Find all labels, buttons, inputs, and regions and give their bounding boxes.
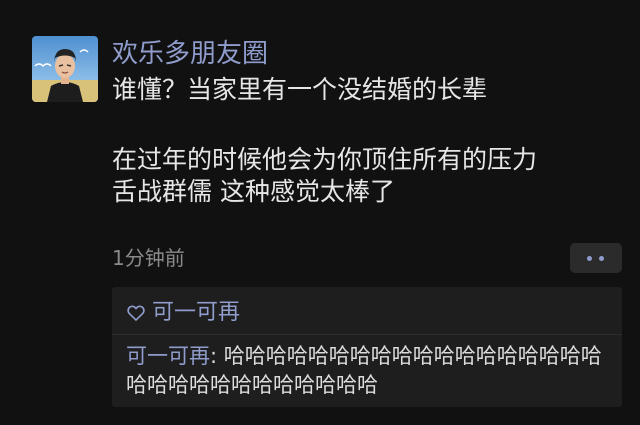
more-dots-icon xyxy=(599,256,604,261)
heart-icon xyxy=(127,305,145,321)
likes-comments-panel: 可一可再 可一可再: 哈哈哈哈哈哈哈哈哈哈哈哈哈哈哈哈哈哈哈哈哈哈哈哈哈哈哈哈哈… xyxy=(112,287,622,407)
more-actions-button[interactable] xyxy=(570,243,622,273)
post-timestamp: 1分钟前 xyxy=(112,246,185,270)
post-content: 谁懂？当家里有一个没结婚的长辈 在过年的时候他会为你顶住所有的压力 舌战群儒 这… xyxy=(112,74,612,208)
post-content-blank-line xyxy=(112,106,612,144)
avatar[interactable] xyxy=(32,36,98,102)
like-user-name[interactable]: 可一可再 xyxy=(152,298,240,328)
more-dots-icon xyxy=(587,256,592,261)
comment-author-name[interactable]: 可一可再 xyxy=(126,344,210,368)
panel-divider xyxy=(112,334,622,335)
post-content-line: 舌战群儒 这种感觉太棒了 xyxy=(112,177,395,206)
comment-separator: : xyxy=(210,344,224,368)
post-author-name[interactable]: 欢乐多朋友圈 xyxy=(112,36,268,72)
post-content-line: 谁懂？当家里有一个没结婚的长辈 xyxy=(112,75,488,104)
comment-item[interactable]: 可一可再: 哈哈哈哈哈哈哈哈哈哈哈哈哈哈哈哈哈哈哈哈哈哈哈哈哈哈哈哈哈哈 xyxy=(126,342,614,400)
likes-row: 可一可再 xyxy=(126,297,240,329)
avatar-image xyxy=(32,36,98,102)
moments-post: 欢乐多朋友圈 谁懂？当家里有一个没结婚的长辈 在过年的时候他会为你顶住所有的压力… xyxy=(0,0,640,425)
post-content-line: 在过年的时候他会为你顶住所有的压力 xyxy=(112,145,538,174)
